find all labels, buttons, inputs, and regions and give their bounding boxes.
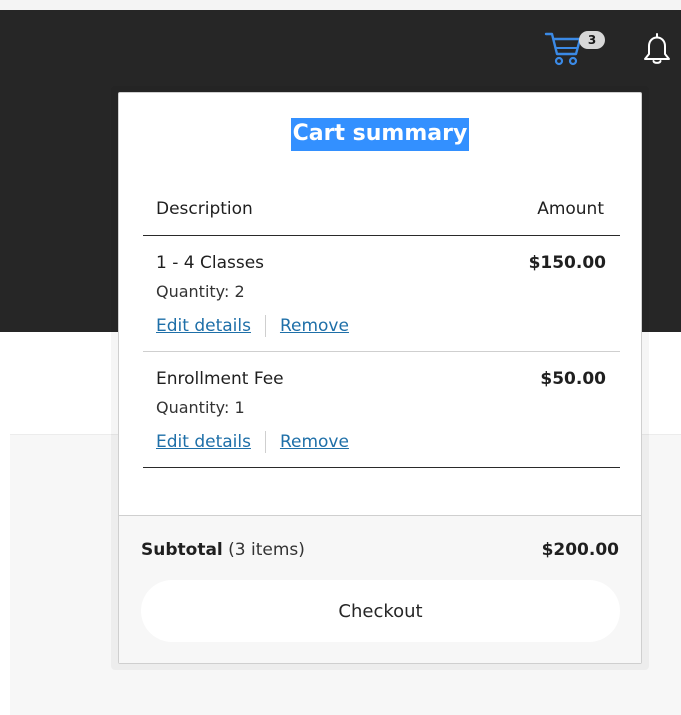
- item-name: Enrollment Fee: [156, 369, 284, 389]
- column-header-description: Description: [156, 199, 253, 219]
- cart-button[interactable]: 3: [540, 28, 606, 68]
- item-name: 1 - 4 Classes: [156, 253, 265, 273]
- subtotal-text: Subtotal: [141, 540, 223, 560]
- subtotal-item-count: (3 items): [228, 540, 305, 560]
- shopping-cart-icon: [544, 32, 582, 66]
- item-actions: Edit details Remove: [156, 429, 349, 455]
- cart-item: Enrollment Fee $50.00 Quantity: 1 Edit d…: [143, 352, 620, 468]
- checkout-button[interactable]: Checkout: [141, 580, 620, 642]
- cart-footer: Subtotal (3 items) $200.00 Checkout: [119, 515, 641, 663]
- item-quantity: Quantity: 1: [156, 398, 245, 417]
- link-separator: [264, 431, 266, 453]
- bell-icon: [644, 33, 670, 64]
- subtotal-amount: $200.00: [541, 540, 619, 560]
- item-actions: Edit details Remove: [156, 313, 349, 339]
- column-header-amount: Amount: [537, 199, 604, 219]
- remove-link[interactable]: Remove: [280, 316, 349, 336]
- subtotal-label: Subtotal (3 items): [141, 540, 305, 560]
- edit-details-link[interactable]: Edit details: [156, 432, 251, 452]
- remove-link[interactable]: Remove: [280, 432, 349, 452]
- cart-item: 1 - 4 Classes $150.00 Quantity: 2 Edit d…: [143, 236, 620, 352]
- item-amount: $150.00: [528, 253, 606, 273]
- item-amount: $50.00: [540, 369, 606, 389]
- link-separator: [264, 315, 266, 337]
- panel-title: Cart summary: [119, 118, 641, 151]
- cart-summary-panel: Cart summary Description Amount 1 - 4 Cl…: [118, 92, 642, 664]
- edit-details-link[interactable]: Edit details: [156, 316, 251, 336]
- top-strip: [0, 0, 681, 10]
- cart-summary-title: Cart summary: [290, 118, 470, 151]
- item-quantity: Quantity: 2: [156, 282, 245, 301]
- cart-count-badge: 3: [579, 31, 605, 49]
- notifications-button[interactable]: [638, 30, 678, 68]
